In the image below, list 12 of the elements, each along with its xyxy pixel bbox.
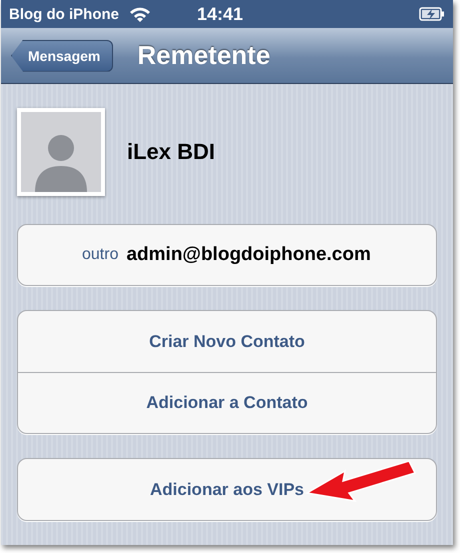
carrier-name: Blog do iPhone (9, 6, 119, 23)
email-address[interactable]: admin@blogdoiphone.com (126, 244, 371, 266)
wifi-icon (129, 6, 151, 22)
email-label: outro (82, 246, 118, 264)
action-button[interactable]: Adicionar a Contato (18, 372, 436, 433)
screen-title: Remetente (137, 40, 270, 72)
clock-time: 14:41 (197, 4, 244, 25)
battery-icon (419, 7, 445, 22)
contact-name: iLex BDI (127, 139, 216, 165)
vip-button[interactable]: Adicionar aos VIPs (18, 459, 436, 520)
action-button[interactable]: Criar Novo Contato (18, 311, 436, 372)
back-button[interactable]: Mensagem (11, 40, 114, 72)
